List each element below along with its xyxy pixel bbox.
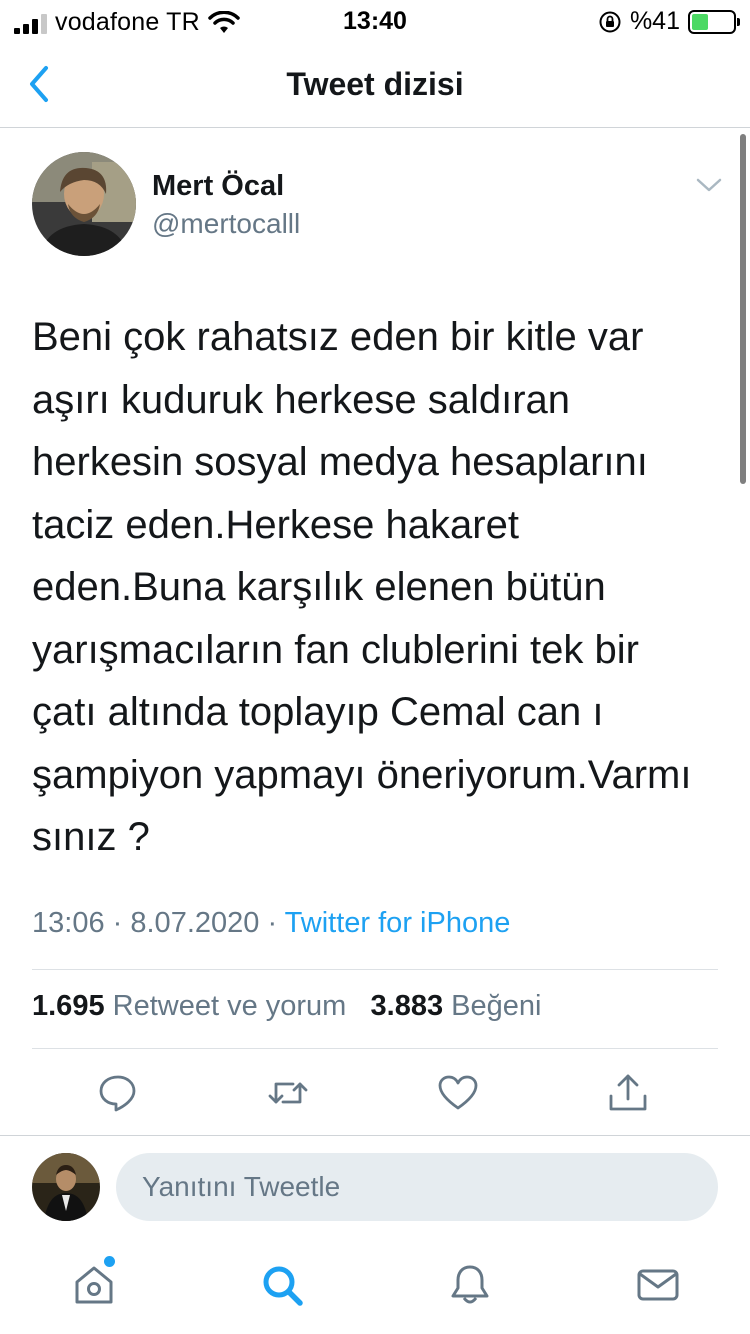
retweet-stat[interactable]: 1.695 Retweet ve yorum [32, 990, 346, 1022]
meta-separator: · [267, 907, 278, 939]
share-icon [609, 1074, 647, 1111]
new-content-dot [104, 1256, 115, 1267]
status-right: %41 [598, 7, 740, 36]
like-button[interactable] [437, 1072, 479, 1114]
tweet-source-link[interactable]: Twitter for iPhone [285, 907, 511, 939]
orientation-lock-icon [599, 11, 621, 32]
page-title: Tweet dizisi [286, 66, 464, 102]
like-count: 3.883 [370, 990, 444, 1022]
author-avatar[interactable] [32, 152, 136, 256]
divider [32, 969, 718, 970]
divider [32, 1048, 718, 1049]
tab-search[interactable] [259, 1262, 305, 1308]
retweet-button[interactable] [267, 1072, 309, 1114]
reply-input[interactable] [116, 1153, 718, 1221]
scroll-indicator[interactable] [740, 134, 746, 484]
author-handle[interactable]: @mertocalll [152, 208, 300, 240]
nav-bar: Tweet dizisi [0, 44, 750, 128]
tab-messages[interactable] [635, 1262, 681, 1308]
tweet-date: 8.07.2020 [130, 907, 260, 939]
tweet-stats: 1.695 Retweet ve yorum 3.883 Beğeni [32, 990, 541, 1023]
share-button[interactable] [607, 1072, 649, 1114]
tab-notifications[interactable] [447, 1262, 493, 1308]
meta-separator: · [112, 907, 123, 939]
messages-icon [637, 1269, 679, 1301]
reply-button[interactable] [97, 1072, 139, 1114]
like-icon [438, 1075, 478, 1110]
tab-bar-top [0, 1240, 750, 1241]
battery-percent: %41 [629, 7, 680, 35]
retweet-label: Retweet ve yorum [112, 990, 347, 1022]
tweet-meta: 13:06 · 8.07.2020 · Twitter for iPhone [32, 907, 510, 940]
reply-icon [99, 1075, 136, 1112]
tweet-time: 13:06 [32, 907, 105, 939]
retweet-icon [268, 1082, 308, 1104]
battery-icon [688, 9, 740, 34]
retweet-count: 1.695 [32, 990, 105, 1022]
author-name[interactable]: Mert Öcal [152, 170, 284, 203]
status-bar: vodafone TR 13:40 %41 [0, 0, 750, 40]
more-options-button[interactable] [694, 172, 724, 198]
tweet-text: Beni çok rahatsız eden bir kitle var aşı… [32, 315, 692, 859]
like-label: Beğeni [451, 990, 542, 1022]
notifications-icon [451, 1265, 489, 1304]
like-stat[interactable]: 3.883 Beğeni [371, 990, 542, 1022]
chevron-down-icon [696, 178, 722, 192]
home-icon [75, 1266, 113, 1304]
battery-fill [692, 13, 709, 30]
search-icon [263, 1266, 303, 1306]
tab-home[interactable] [71, 1262, 117, 1308]
user-avatar[interactable] [32, 1153, 100, 1221]
divider [0, 1135, 750, 1136]
